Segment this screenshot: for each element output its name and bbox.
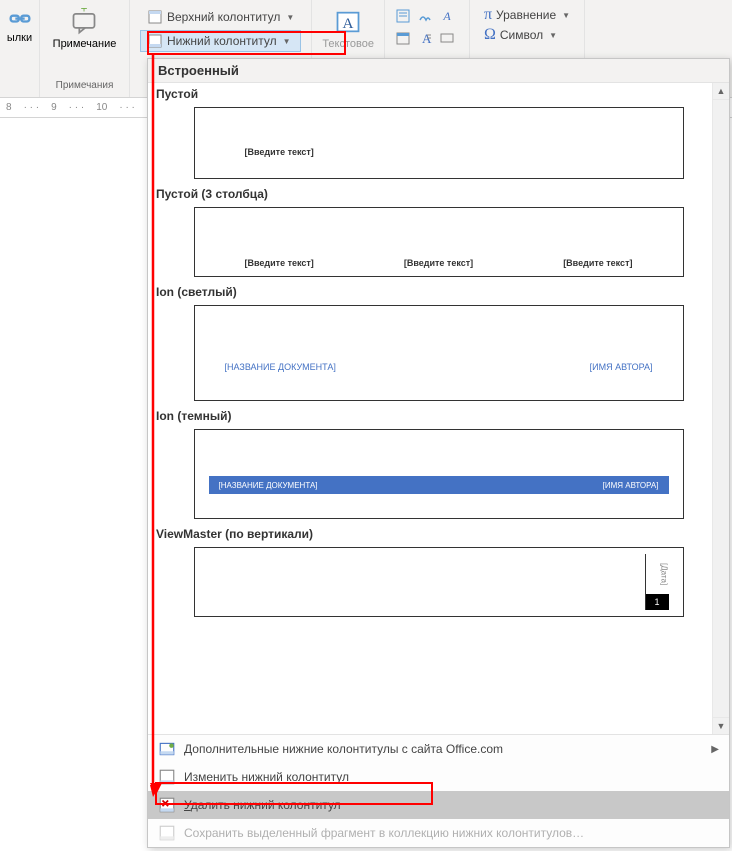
menu-label: Удалить нижний колонтитул	[184, 798, 341, 812]
gallery-item-ion-dark[interactable]: Ion (темный) [НАЗВАНИЕ ДОКУМЕНТА] [ИМЯ А…	[156, 409, 721, 519]
chevron-down-icon: ▼	[562, 11, 570, 20]
menu-edit-footer[interactable]: Изменить нижний колонтитул	[148, 763, 729, 791]
omega-icon: Ω	[484, 26, 496, 44]
comment-button[interactable]: + Примечание	[49, 4, 121, 54]
chevron-down-icon: ▼	[549, 31, 557, 40]
placeholder-text: [НАЗВАНИЕ ДОКУМЕНТА]	[225, 362, 336, 372]
edit-footer-icon	[158, 768, 176, 786]
footer-gallery: Встроенный Пустой [Введите текст] Пустой…	[147, 58, 730, 848]
page-number: 1	[646, 594, 669, 610]
textbox-button[interactable]: A Текстовое	[318, 4, 378, 54]
gallery-item-empty[interactable]: Пустой [Введите текст]	[156, 87, 721, 179]
header-button[interactable]: Верхний колонтитул ▼	[140, 6, 301, 28]
gallery-bottom-menu: Дополнительные нижние колонтитулы с сайт…	[148, 734, 729, 847]
ribbon-group-links: ылки	[0, 0, 40, 97]
save-selection-icon	[158, 824, 176, 842]
gallery-item-preview: [НАЗВАНИЕ ДОКУМЕНТА] [ИМЯ АВТОРА]	[194, 429, 684, 519]
ruler-mark: 8	[6, 102, 12, 113]
ribbon-group-comments: + Примечание Примечания	[40, 0, 130, 97]
scroll-up-button[interactable]: ▲	[713, 83, 729, 100]
office-icon	[158, 740, 176, 758]
datetime-button[interactable]	[393, 28, 413, 48]
placeholder-text: [НАЗВАНИЕ ДОКУМЕНТА]	[219, 481, 318, 490]
object-button[interactable]	[437, 28, 457, 48]
placeholder-text: [Введите текст]	[245, 258, 314, 268]
remove-footer-icon	[158, 796, 176, 814]
menu-save-selection: Сохранить выделенный фрагмент в коллекци…	[148, 819, 729, 847]
gallery-item-preview: [Дата] 1	[194, 547, 684, 617]
footer-button[interactable]: Нижний колонтитул ▼	[140, 30, 301, 52]
textbox-label: Текстовое	[322, 38, 374, 50]
chevron-right-icon: ▶	[711, 744, 719, 755]
placeholder-text: [Введите текст]	[404, 258, 473, 268]
menu-label: Сохранить выделенный фрагмент в коллекци…	[184, 826, 584, 840]
gallery-item-3col[interactable]: Пустой (3 столбца) [Введите текст] [Введ…	[156, 187, 721, 277]
placeholder-text: [Введите текст]	[245, 147, 314, 157]
comment-icon: +	[70, 8, 98, 36]
scrollbar[interactable]: ▲ ▼	[712, 83, 729, 734]
textbox-icon: A	[334, 8, 362, 36]
ruler-mark: 9	[51, 102, 57, 113]
gallery-item-title: Ion (темный)	[156, 409, 721, 423]
wordart-button[interactable]: A	[437, 6, 457, 26]
header-icon	[147, 9, 163, 25]
menu-remove-footer[interactable]: Удалить нижний колонтитул	[148, 791, 729, 819]
equation-button[interactable]: π Уравнение ▼	[484, 6, 570, 24]
placeholder-text: [ИМЯ АВТОРА]	[590, 362, 653, 372]
menu-label: Изменить нижний колонтитул	[184, 770, 349, 784]
footer-button-label: Нижний колонтитул	[167, 34, 277, 48]
comments-group-label: Примечания	[56, 78, 114, 93]
chevron-down-icon: ▼	[283, 37, 291, 46]
symbol-label: Символ	[500, 28, 543, 42]
svg-text:A: A	[343, 15, 354, 32]
scroll-down-button[interactable]: ▼	[713, 717, 729, 734]
gallery-item-preview: [НАЗВАНИЕ ДОКУМЕНТА] [ИМЯ АВТОРА]	[194, 305, 684, 401]
menu-label: Дополнительные нижние колонтитулы с сайт…	[184, 742, 503, 756]
gallery-item-title: Пустой (3 столбца)	[156, 187, 721, 201]
pi-icon: π	[484, 6, 492, 24]
ruler-mark: 10	[96, 102, 107, 113]
gallery-item-preview: [Введите текст] [Введите текст] [Введите…	[194, 207, 684, 277]
placeholder-text: [Дата]	[646, 554, 669, 594]
svg-text:+: +	[81, 8, 88, 16]
quickparts-button[interactable]	[393, 6, 413, 26]
gallery-scroll: Пустой [Введите текст] Пустой (3 столбца…	[148, 83, 729, 734]
chevron-down-icon: ▼	[286, 13, 294, 22]
gallery-header: Встроенный	[148, 59, 729, 83]
placeholder-text: [ИМЯ АВТОРА]	[603, 481, 659, 490]
gallery-item-title: Ion (светлый)	[156, 285, 721, 299]
comment-label: Примечание	[53, 38, 117, 50]
gallery-item-ion-light[interactable]: Ion (светлый) [НАЗВАНИЕ ДОКУМЕНТА] [ИМЯ …	[156, 285, 721, 401]
link-icon[interactable]	[6, 4, 34, 32]
gallery-item-preview: [Введите текст]	[194, 107, 684, 179]
placeholder-text: [Введите текст]	[563, 258, 632, 268]
equation-label: Уравнение	[496, 8, 556, 22]
symbol-button[interactable]: Ω Символ ▼	[484, 26, 570, 44]
links-label: ылки	[7, 32, 32, 44]
gallery-item-title: Пустой	[156, 87, 721, 101]
header-button-label: Верхний колонтитул	[167, 10, 280, 24]
signature-button[interactable]	[415, 6, 435, 26]
gallery-item-title: ViewMaster (по вертикали)	[156, 527, 721, 541]
dropcap-button[interactable]: A	[415, 28, 435, 48]
footer-icon	[147, 33, 163, 49]
svg-text:A: A	[442, 9, 451, 23]
menu-more-office[interactable]: Дополнительные нижние колонтитулы с сайт…	[148, 735, 729, 763]
gallery-item-viewmaster[interactable]: ViewMaster (по вертикали) [Дата] 1	[156, 527, 721, 617]
